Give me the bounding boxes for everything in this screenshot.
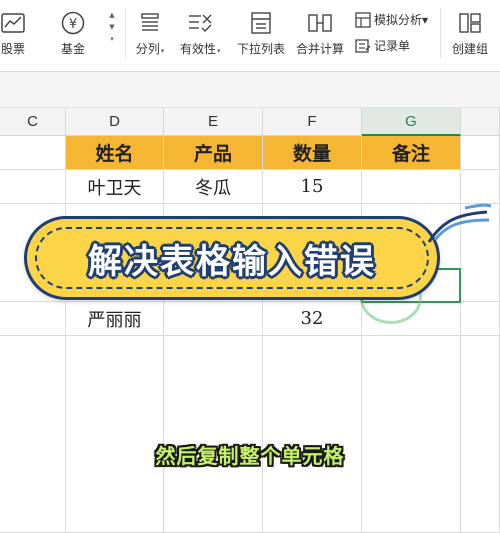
table-cell-note[interactable] bbox=[362, 170, 461, 204]
create-group-icon bbox=[455, 8, 485, 38]
column-header-d[interactable]: D bbox=[66, 108, 164, 136]
video-subtitle: 然后复制整个单元格 bbox=[155, 444, 345, 468]
merge-calc-button[interactable]: 合并计算 bbox=[296, 0, 344, 57]
simulation-label: 模拟分析 bbox=[374, 13, 423, 27]
column-header-f[interactable]: F bbox=[263, 108, 362, 136]
ribbon-curl-icon bbox=[427, 203, 492, 243]
record-icon bbox=[355, 38, 371, 53]
record-button[interactable]: 记录单 bbox=[355, 37, 410, 54]
dropdown-list-icon bbox=[246, 8, 276, 38]
table-cell-product[interactable]: 冬瓜 bbox=[164, 170, 263, 204]
validity-icon bbox=[185, 8, 215, 38]
split-label: 分列 bbox=[135, 42, 160, 56]
spreadsheet-grid[interactable]: C D E F G 姓名 产品 数量 备注 叶卫天 冬瓜 15 严丽丽 32 bbox=[0, 108, 500, 533]
create-group-button[interactable]: 创建组 bbox=[452, 0, 488, 57]
fund-label: 基金 bbox=[60, 42, 85, 56]
table-cell[interactable] bbox=[0, 302, 66, 336]
column-header-e[interactable]: E bbox=[164, 108, 263, 136]
table-cell[interactable] bbox=[0, 136, 66, 170]
table-header-product[interactable]: 产品 bbox=[164, 136, 263, 170]
fund-icon: ¥ bbox=[58, 8, 88, 38]
table-header-note[interactable]: 备注 bbox=[362, 136, 461, 170]
validity-button[interactable]: 有效性▾ bbox=[180, 0, 221, 57]
formula-bar-area bbox=[0, 72, 500, 108]
table-cell[interactable] bbox=[461, 170, 500, 204]
table-cell-quantity[interactable]: 32 bbox=[263, 302, 362, 336]
table-cell[interactable] bbox=[66, 336, 164, 533]
table-cell[interactable] bbox=[362, 336, 461, 533]
split-caret-icon: ▾ bbox=[160, 47, 165, 55]
simulation-icon bbox=[355, 11, 371, 28]
banner-title: 解决表格输入错误 bbox=[88, 241, 376, 282]
dropdown-list-label: 下拉列表 bbox=[237, 42, 286, 56]
simulation-button[interactable]: 模拟分析 ▾ bbox=[355, 11, 428, 28]
stock-icon bbox=[0, 8, 28, 38]
ribbon-divider bbox=[125, 8, 126, 58]
table-cell[interactable] bbox=[263, 336, 362, 533]
merge-calc-icon bbox=[305, 8, 335, 38]
title-banner: 解决表格输入错误 bbox=[24, 216, 440, 300]
validity-label: 有效性 bbox=[180, 42, 217, 56]
split-button[interactable]: 分列▾ bbox=[135, 0, 165, 57]
table-header-name[interactable]: 姓名 bbox=[66, 136, 164, 170]
table-cell-product[interactable] bbox=[164, 302, 263, 336]
table-cell[interactable] bbox=[164, 336, 263, 533]
ribbon-scroll-arrows[interactable]: ▲ ▼ ▾ bbox=[106, 9, 118, 45]
column-header-empty[interactable] bbox=[461, 108, 500, 136]
ribbon-toolbar: 股票 ¥ 基金 ▲▼▾ 分列▾ 有效性▾ 下拉列表 合并计算 模拟分析▾ bbox=[0, 0, 500, 72]
stock-button[interactable]: 股票 bbox=[0, 0, 28, 57]
column-header-g[interactable]: G bbox=[362, 108, 461, 136]
table-cell[interactable] bbox=[461, 302, 500, 336]
ribbon-divider bbox=[440, 8, 441, 58]
validity-caret-icon: ▾ bbox=[217, 47, 221, 55]
table-cell-quantity[interactable]: 15 bbox=[263, 170, 362, 204]
table-cell[interactable] bbox=[0, 336, 66, 533]
table-header-quantity[interactable]: 数量 bbox=[263, 136, 362, 170]
split-icon bbox=[135, 8, 165, 38]
fund-symbol: ¥ bbox=[69, 17, 77, 32]
column-header-c[interactable]: C bbox=[0, 108, 66, 136]
table-cell-name[interactable]: 叶卫天 bbox=[66, 170, 164, 204]
record-label: 记录单 bbox=[374, 39, 411, 53]
merge-calc-label: 合并计算 bbox=[296, 42, 345, 56]
table-cell-name[interactable]: 严丽丽 bbox=[66, 302, 164, 336]
create-group-label: 创建组 bbox=[452, 42, 489, 56]
dropdown-list-button[interactable]: 下拉列表 bbox=[237, 0, 285, 57]
table-cell[interactable] bbox=[461, 336, 500, 533]
simulation-caret-icon: ▾ bbox=[422, 12, 429, 27]
table-cell[interactable] bbox=[0, 170, 66, 204]
stock-label: 股票 bbox=[0, 42, 25, 56]
table-cell[interactable] bbox=[461, 136, 500, 170]
fund-button[interactable]: ¥ 基金 bbox=[58, 0, 88, 57]
